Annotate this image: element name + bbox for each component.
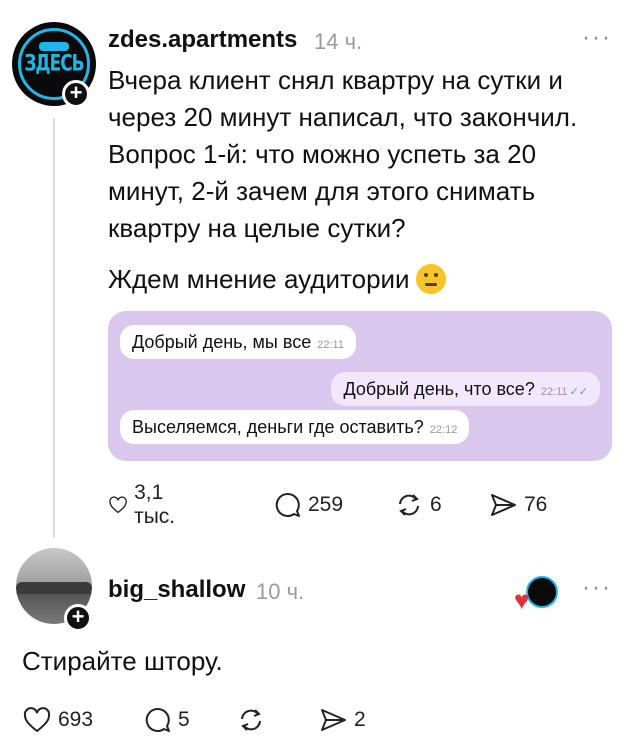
chat-screenshot-image[interactable]: Добрый день, мы все 22:11 Добрый день, чт…	[108, 311, 612, 461]
comment-count: 259	[308, 493, 344, 516]
share-button[interactable]: 2	[318, 703, 366, 737]
comment-button[interactable]: 259	[272, 488, 343, 522]
avatar-landscape	[16, 582, 92, 594]
chat-message-time: 22:11	[540, 386, 568, 398]
reply-username[interactable]: big_shallow	[108, 576, 245, 604]
repost-icon	[399, 494, 419, 516]
post-text-line: квартру на целые сутки?	[108, 213, 406, 243]
send-icon	[491, 494, 516, 516]
post-text-line: Вопрос 1-й: что можно успеть за 20	[108, 139, 537, 169]
like-button[interactable]: 693	[22, 703, 93, 737]
like-count: 693	[58, 708, 94, 731]
share-count: 76	[524, 493, 548, 516]
chat-message-text: Добрый день, мы все	[132, 332, 312, 352]
share-button[interactable]: 76	[488, 488, 547, 522]
like-count: 3,1 тыс.	[134, 481, 176, 528]
author-liked-heart-icon: ♥	[514, 585, 530, 615]
repost-icon	[241, 709, 261, 731]
chat-message-text: Добрый день, что все?	[343, 379, 535, 399]
read-check-icon: ✓✓	[569, 386, 588, 398]
post-text: Вчера клиент снял квартру на сутки и чер…	[108, 62, 618, 247]
comment-bubble-icon	[275, 492, 300, 517]
thread-line	[53, 118, 55, 538]
reply-text: Стирайте штору.	[22, 646, 223, 676]
chat-message-own: Добрый день, что все? 22:11 ✓✓	[331, 372, 600, 406]
heart-icon	[23, 707, 51, 733]
chat-message: Выселяемся, деньги где оставить? 22:12	[120, 410, 470, 444]
follow-plus-button[interactable]: +	[62, 80, 90, 108]
comment-bubble-icon	[145, 707, 170, 732]
post-text2: Ждем мнение аудитории	[108, 264, 410, 294]
like-button[interactable]: 3,1 тыс.	[108, 481, 185, 528]
repost-button[interactable]	[236, 703, 272, 737]
comment-count: 5	[178, 708, 190, 731]
send-icon	[321, 709, 346, 731]
post-text-line: Вчера клиент снял квартру на сутки и	[108, 65, 563, 95]
comment-button[interactable]: 5	[142, 703, 190, 737]
repost-count: 6	[430, 493, 442, 516]
follow-plus-button[interactable]: +	[64, 604, 92, 632]
avatar-logo: ЗДЕСЬ	[24, 51, 84, 77]
thinking-face-icon	[415, 264, 446, 294]
post-more-button[interactable]: ···	[582, 24, 612, 52]
repost-button[interactable]: 6	[394, 488, 442, 522]
heart-icon	[109, 496, 127, 514]
share-count: 2	[354, 708, 366, 731]
post-username[interactable]: zdes.apartments	[108, 26, 297, 54]
chat-message-time: 22:12	[429, 424, 458, 436]
avatar-tag	[39, 42, 69, 51]
chat-message: Добрый день, мы все 22:11	[120, 325, 356, 359]
post-text-secondary: Ждем мнение аудитории	[108, 264, 446, 295]
reply-time: 10 ч.	[256, 579, 305, 604]
post-text-line: минут, 2-й зачем для этого снимать	[108, 176, 536, 206]
chat-message-time: 22:11	[317, 339, 344, 351]
chat-message-text: Выселяемся, деньги где оставить?	[132, 417, 424, 437]
reply-more-button[interactable]: ···	[582, 574, 612, 602]
post-text-line: через 20 минут написал, что закончил.	[108, 102, 578, 132]
post-time: 14 ч.	[314, 29, 363, 54]
